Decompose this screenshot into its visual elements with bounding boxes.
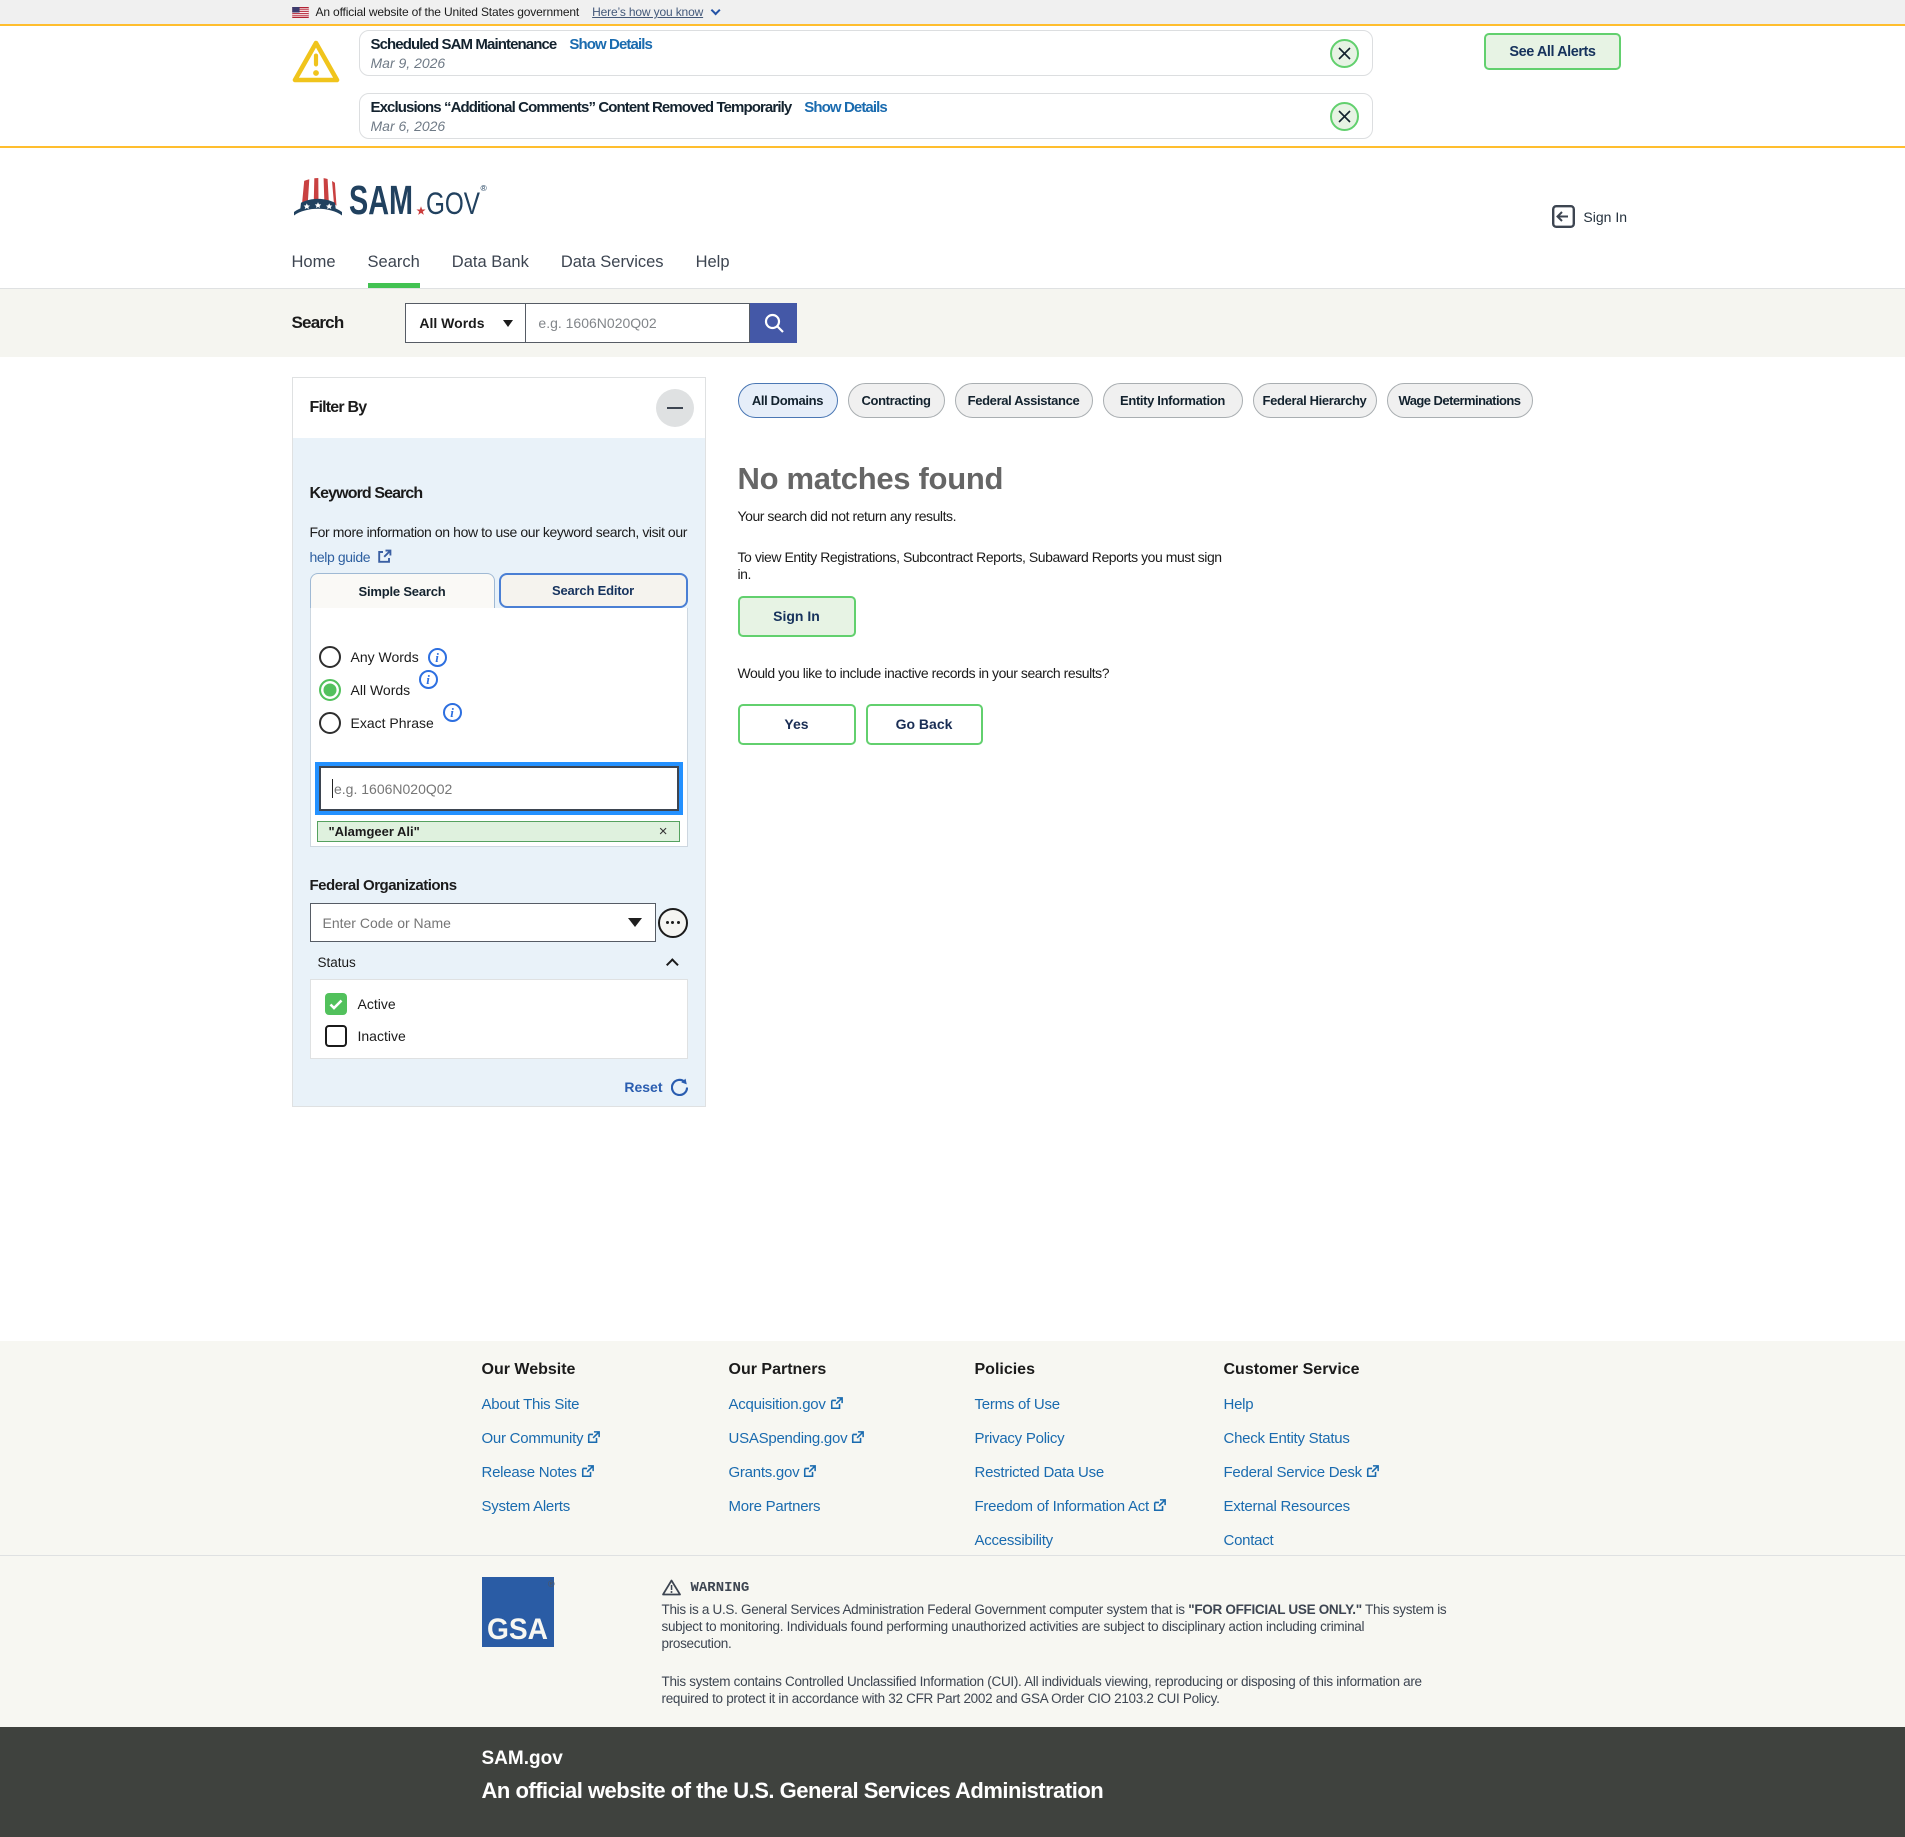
svg-text:®: ® <box>480 183 487 193</box>
svg-text:GSA: GSA <box>487 1613 548 1646</box>
svg-text:®: ® <box>548 1579 555 1589</box>
svg-text:SAM: SAM <box>349 177 413 216</box>
svg-text:GOV: GOV <box>426 185 480 216</box>
